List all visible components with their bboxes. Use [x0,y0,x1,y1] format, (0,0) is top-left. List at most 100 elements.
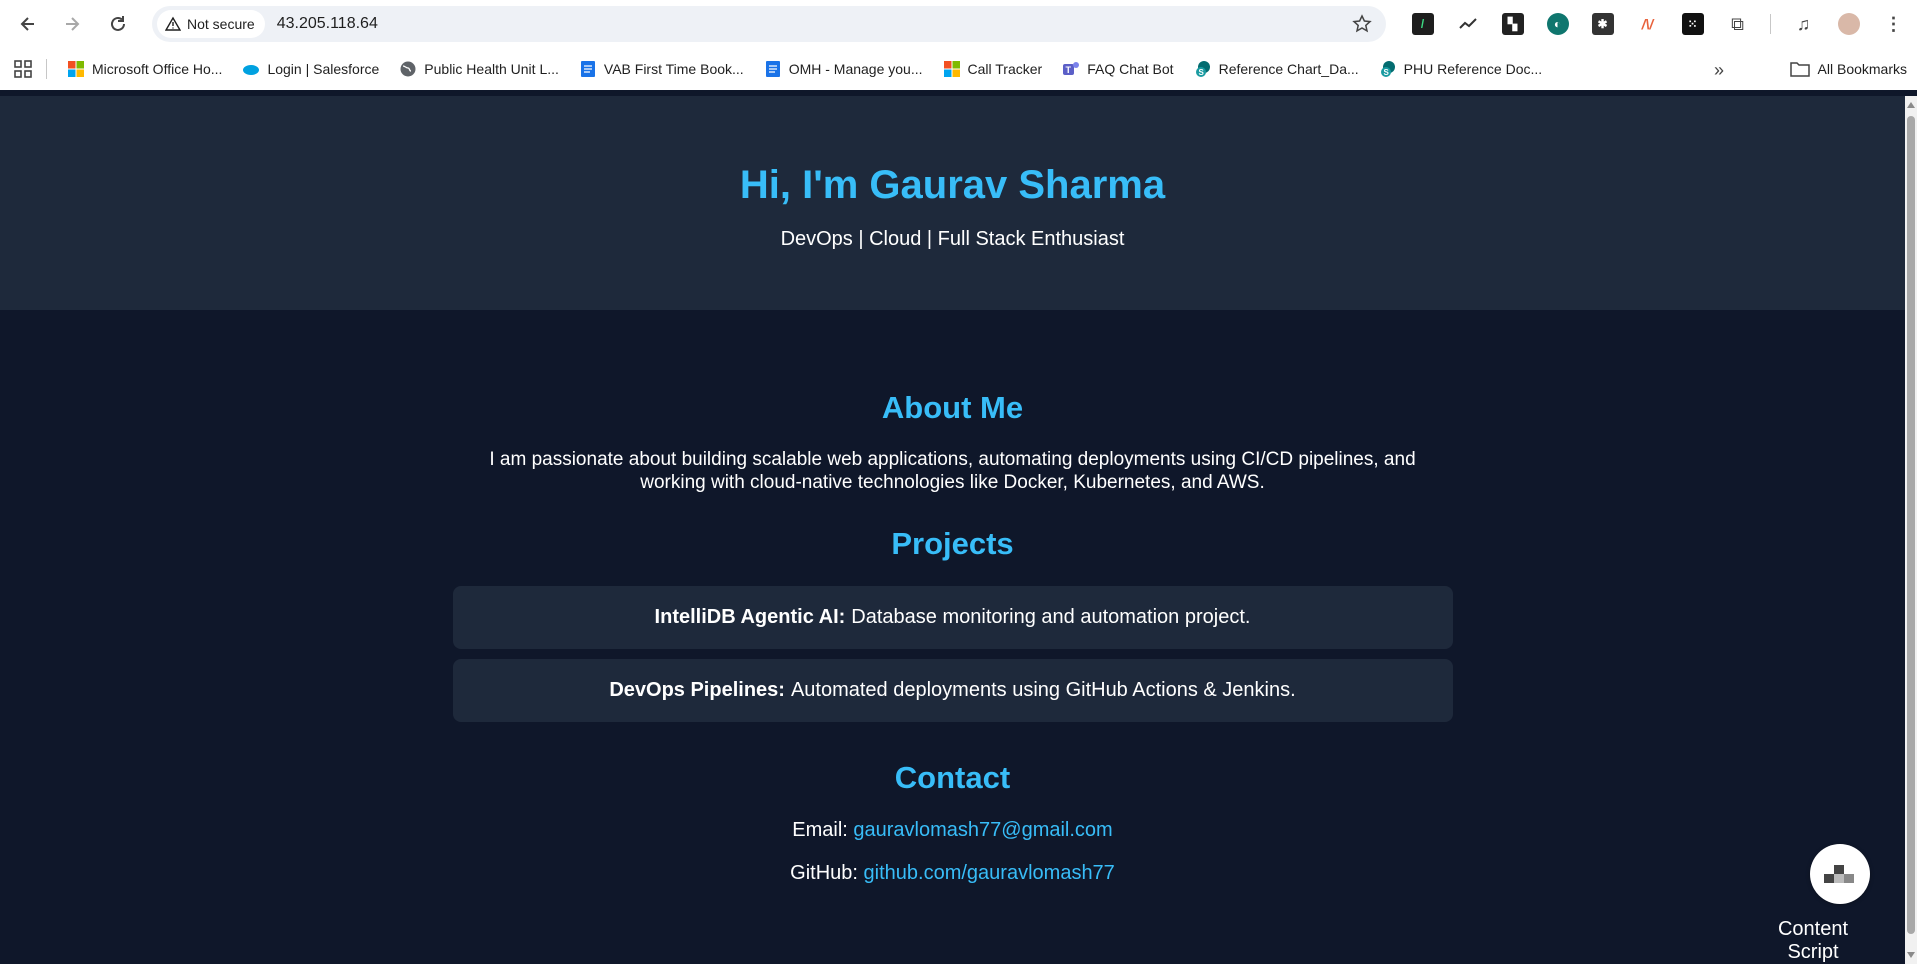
project-name: DevOps Pipelines: [609,679,785,701]
bookmark-star-icon[interactable] [1352,14,1372,34]
email-line: Email: gauravlomash77@gmail.com [453,818,1453,842]
more-bookmarks-chevron-icon[interactable]: » [1714,60,1740,80]
doc-icon [580,61,595,77]
bookmark-label: Reference Chart_Da... [1218,61,1359,77]
extension-n[interactable]: /\/ [1625,10,1670,38]
scroll-down-arrow-icon[interactable] [1907,952,1915,958]
security-label: Not secure [187,16,255,32]
apps-grid-icon [14,60,32,78]
bookmark-item[interactable]: OMH - Manage you... [754,54,933,84]
content-script-label: Content Script [1777,918,1849,963]
bookmark-label: OMH - Manage you... [788,61,923,77]
project-name: IntelliDB Agentic AI: [654,606,846,628]
extensions-bar: / ▚ ◐ ✱ /\/ ⁙ ⧉ ♫ ⋮ [1400,10,1916,38]
profile-button[interactable] [1826,10,1871,38]
terminal-icon: / [1411,13,1434,35]
about-text: I am passionate about building scalable … [489,449,1416,493]
svg-text:S: S [1383,68,1389,77]
teams-icon: T [1063,62,1080,75]
playlist-icon: ♫ [1796,13,1811,34]
scroll-up-arrow-icon[interactable] [1907,102,1915,108]
extension-terminal[interactable]: / [1400,10,1445,38]
all-bookmarks-button[interactable]: All Bookmarks [1789,54,1907,84]
extensions-menu-button[interactable]: ⧉ [1715,10,1760,38]
bookmark-label: VAB First Time Book... [603,61,744,77]
email-label: Email: [792,819,848,841]
page-scrollbar[interactable] [1905,96,1917,964]
bookmark-label: PHU Reference Doc... [1403,61,1543,77]
trend-icon [1458,18,1477,29]
bookmark-label: Microsoft Office Ho... [92,61,223,77]
scroll-thumb[interactable] [1907,116,1915,934]
github-line: GitHub: github.com/gauravlomash77 [453,861,1453,885]
bookmark-item[interactable]: Call Tracker [933,54,1053,84]
url-text[interactable]: 43.205.118.64 [277,15,378,33]
salesforce-icon [243,65,260,75]
kebab-menu-icon: ⋮ [1884,13,1903,34]
toolbar-divider [1770,14,1771,34]
bookmark-item[interactable]: Login | Salesforce [232,54,389,84]
microsoft-icon [943,61,960,77]
avatar [1837,13,1860,35]
back-button[interactable] [6,4,50,44]
blocks-icon [1824,865,1854,883]
security-chip[interactable]: Not secure [157,10,265,38]
address-bar[interactable]: Not secure 43.205.118.64 [152,6,1386,42]
about-heading: About Me [881,390,1024,425]
content-script-button[interactable] [1810,844,1870,904]
doc-icon [765,61,780,77]
web-page: Hi, I'm Gaurav Sharma DevOps | Cloud | F… [0,96,1905,964]
extension-bug[interactable]: ✱ [1580,10,1625,38]
forward-arrow-icon [66,17,80,31]
page-title: Hi, I'm Gaurav Sharma [739,163,1166,207]
project-card: IntelliDB Agentic AI: Database monitorin… [452,586,1453,649]
reload-button[interactable] [96,4,140,44]
sharepoint-icon: S [1380,61,1395,77]
sharepoint-icon: S [1195,61,1210,77]
bookmark-item[interactable]: Public Health Unit L... [389,54,569,84]
svg-text:T: T [1066,65,1072,75]
all-bookmarks-label: All Bookmarks [1817,61,1907,77]
projects-list: IntelliDB Agentic AI: Database monitorin… [452,586,1453,722]
forward-button[interactable] [50,4,94,44]
bookmark-label: Login | Salesforce [267,61,380,77]
bookmarks-bar: Microsoft Office Ho... Login | Salesforc… [0,48,1917,90]
apps-button[interactable] [0,48,46,90]
media-control-button[interactable]: ♫ [1781,10,1826,38]
folder-icon [1789,62,1810,77]
bookmarks-divider [46,59,47,79]
project-description: Database monitoring and automation proje… [851,606,1251,628]
back-arrow-icon [20,17,34,31]
browser-menu-button[interactable]: ⋮ [1871,10,1916,38]
extension-globe[interactable]: ◐ [1535,10,1580,38]
extension-qr[interactable]: ▚ [1490,10,1535,38]
bookmark-item[interactable]: VAB First Time Book... [569,54,754,84]
project-card: DevOps Pipelines: Automated deployments … [452,659,1453,722]
n-logo-icon: /\/ [1641,16,1654,32]
bug-icon: ✱ [1591,13,1614,35]
puzzle-icon: ⧉ [1731,13,1744,34]
bookmark-item[interactable]: T FAQ Chat Bot [1052,54,1183,84]
github-link[interactable]: github.com/gauravlomash77 [864,862,1115,884]
extension-dice[interactable]: ⁙ [1670,10,1715,38]
bookmark-label: FAQ Chat Bot [1087,61,1174,77]
projects-heading: Projects [891,526,1014,561]
globe-ext-icon: ◐ [1546,13,1569,35]
bookmark-label: Public Health Unit L... [424,61,559,77]
extension-analytics[interactable] [1445,10,1490,38]
browser-toolbar: Not secure 43.205.118.64 / ▚ ◐ ✱ /\/ ⁙ ⧉… [0,0,1917,48]
bookmark-item[interactable]: S PHU Reference Doc... [1369,54,1553,84]
qr-icon: ▚ [1501,13,1524,35]
tagline: DevOps | Cloud | Full Stack Enthusiast [780,228,1125,250]
svg-text:S: S [1198,68,1204,77]
bookmark-label: Call Tracker [967,61,1043,77]
github-label: GitHub: [790,862,858,884]
project-description: Automated deployments using GitHub Actio… [790,679,1296,701]
email-link[interactable]: gauravlomash77@gmail.com [853,819,1112,841]
bookmark-item[interactable]: Microsoft Office Ho... [57,54,232,84]
microsoft-icon [68,61,84,77]
bookmark-item[interactable]: S Reference Chart_Da... [1184,54,1369,84]
globe-icon [400,61,416,77]
reload-icon [111,16,125,31]
dice-icon: ⁙ [1681,13,1704,35]
